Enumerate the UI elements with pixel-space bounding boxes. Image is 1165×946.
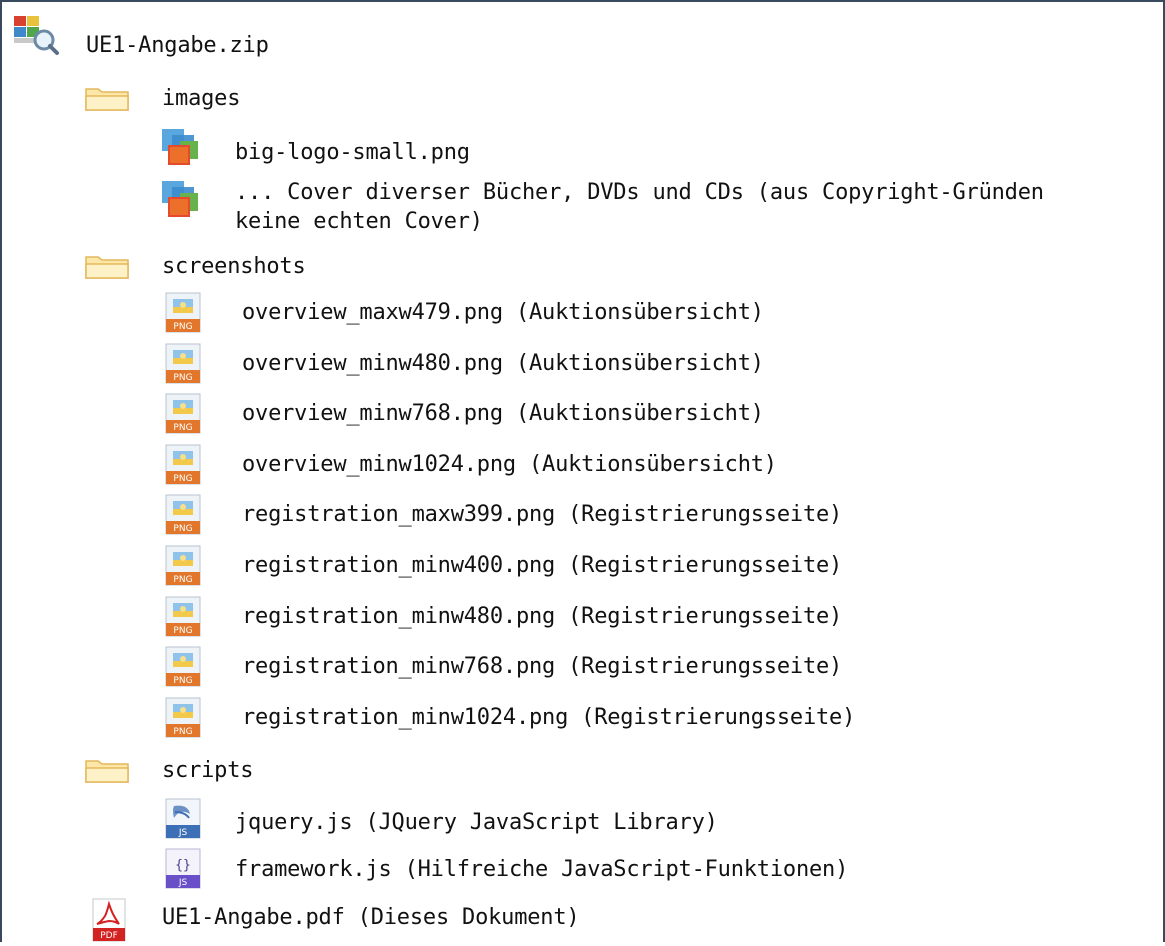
file-covers-line2[interactable]: keine echten Cover): [235, 207, 483, 236]
file-pdf[interactable]: UE1-Angabe.pdf (Dieses Dokument): [162, 903, 580, 932]
png-file-icon: PNG: [165, 596, 203, 638]
screenshot-file-7[interactable]: registration_minw480.png (Registrierungs…: [242, 602, 842, 631]
screenshot-file-5[interactable]: registration_maxw399.png (Registrierungs…: [242, 500, 842, 529]
png-badge: PNG: [173, 423, 192, 433]
screenshot-file-3[interactable]: overview_minw768.png (Auktionsübersicht): [242, 399, 764, 428]
file-framework[interactable]: framework.js (Hilfreiche JavaScript-Funk…: [235, 855, 848, 884]
archive-tree-panel: UE1-Angabe.zip images big-logo-small.png…: [0, 0, 1165, 942]
image-file-icon: [160, 127, 206, 169]
png-file-icon: PNG: [165, 444, 203, 486]
file-big-logo-small[interactable]: big-logo-small.png: [235, 138, 470, 167]
png-file-icon: PNG: [165, 343, 203, 385]
braces-glyph: {}: [175, 858, 191, 873]
folder-screenshots[interactable]: screenshots: [162, 252, 306, 281]
png-file-icon: PNG: [165, 292, 203, 334]
folder-icon: [84, 86, 132, 112]
png-file-icon: PNG: [165, 545, 203, 587]
file-covers-line1[interactable]: ... Cover diverser Bücher, DVDs und CDs …: [235, 178, 1044, 207]
screenshot-file-8[interactable]: registration_minw768.png (Registrierungs…: [242, 652, 842, 681]
folder-images[interactable]: images: [162, 84, 240, 113]
screenshot-file-2[interactable]: overview_minw480.png (Auktionsübersicht): [242, 349, 764, 378]
screenshot-file-4[interactable]: overview_minw1024.png (Auktionsübersicht…: [242, 450, 777, 479]
png-badge: PNG: [173, 676, 192, 686]
png-badge: PNG: [173, 524, 192, 534]
png-badge: PNG: [173, 373, 192, 383]
png-badge: PNG: [173, 626, 192, 636]
screenshot-file-9[interactable]: registration_minw1024.png (Registrierung…: [242, 703, 855, 732]
pdf-file-icon: PDF: [90, 898, 130, 942]
png-badge: PNG: [173, 474, 192, 484]
folder-icon: [84, 254, 132, 280]
jquery-js-file-icon: JS: [165, 798, 203, 840]
png-badge: PNG: [173, 322, 192, 332]
png-badge: PNG: [173, 575, 192, 585]
png-file-icon: PNG: [165, 393, 203, 435]
js-file-icon: {} JS: [165, 848, 203, 890]
png-file-icon: PNG: [165, 494, 203, 536]
screenshot-file-6[interactable]: registration_minw400.png (Registrierungs…: [242, 551, 842, 580]
jquery-badge: JS: [178, 828, 188, 838]
archive-name[interactable]: UE1-Angabe.zip: [86, 31, 269, 60]
image-file-icon: [160, 179, 206, 221]
file-jquery[interactable]: jquery.js (JQuery JavaScript Library): [235, 808, 718, 837]
pdf-badge: PDF: [100, 931, 118, 941]
folder-scripts[interactable]: scripts: [162, 756, 254, 785]
png-file-icon: PNG: [165, 646, 203, 688]
png-file-icon: PNG: [165, 697, 203, 739]
folder-icon: [84, 758, 132, 784]
zip-archive-icon: [12, 12, 60, 56]
png-badge: PNG: [173, 727, 192, 737]
framework-badge: JS: [178, 878, 188, 888]
screenshot-file-1[interactable]: overview_maxw479.png (Auktionsübersicht): [242, 298, 764, 327]
